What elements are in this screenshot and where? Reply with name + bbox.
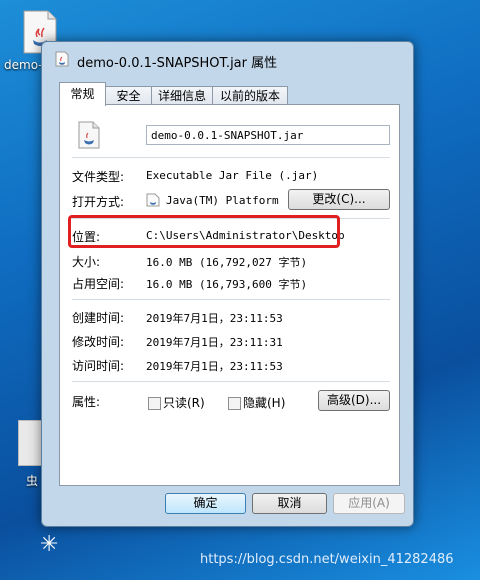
separator xyxy=(72,299,390,300)
open-with-label: 打开方式: xyxy=(72,195,125,209)
advanced-button[interactable]: 高级(D)... xyxy=(318,390,390,411)
disk-size-value: 16.0 MB (16,793,600 字节) xyxy=(146,278,308,291)
tab-security[interactable]: 安全 xyxy=(105,86,152,105)
modified-label: 修改时间: xyxy=(72,335,125,349)
readonly-label[interactable]: 只读(R) xyxy=(163,394,205,411)
desktop-icon2-label[interactable]: 虫 xyxy=(26,472,38,489)
disk-size-label: 占用空间: xyxy=(72,277,125,291)
apply-button[interactable]: 应用(A) xyxy=(333,493,405,514)
flare-icon: ✳ xyxy=(40,532,59,557)
location-highlight-box xyxy=(68,215,340,248)
accessed-value: 2019年7月1日，23:11:53 xyxy=(146,360,283,373)
title-bar[interactable]: demo-0.0.1-SNAPSHOT.jar 属性 xyxy=(42,42,413,76)
watermark: https://blog.csdn.net/weixin_41282486 xyxy=(200,552,454,567)
file-type-value: Executable Jar File (.jar) xyxy=(146,169,319,182)
tab-general[interactable]: 常规 xyxy=(59,82,106,106)
created-value: 2019年7月1日，23:11:53 xyxy=(146,312,283,325)
jar-file-icon xyxy=(55,51,69,67)
cancel-button[interactable]: 取消 xyxy=(252,493,327,514)
separator xyxy=(72,157,390,158)
change-button[interactable]: 更改(C)... xyxy=(288,189,390,210)
created-label: 创建时间: xyxy=(72,311,125,325)
accessed-label: 访问时间: xyxy=(72,359,125,373)
size-value: 16.0 MB (16,792,027 字节) xyxy=(146,256,308,269)
file-name-field[interactable]: demo-0.0.1-SNAPSHOT.jar xyxy=(146,125,390,145)
window-title: demo-0.0.1-SNAPSHOT.jar 属性 xyxy=(77,56,278,71)
java-icon xyxy=(146,193,160,207)
ok-button[interactable]: 确定 xyxy=(165,493,246,514)
separator xyxy=(72,381,390,382)
hidden-label[interactable]: 隐藏(H) xyxy=(243,394,285,411)
open-with-value: Java(TM) Platform S xyxy=(166,194,286,207)
size-label: 大小: xyxy=(72,255,101,269)
attributes-label: 属性: xyxy=(72,395,101,409)
modified-value: 2019年7月1日，23:11:31 xyxy=(146,336,283,349)
jar-file-icon xyxy=(78,121,100,149)
tab-details[interactable]: 详细信息 xyxy=(151,86,213,105)
tab-previous-versions[interactable]: 以前的版本 xyxy=(212,86,288,105)
general-panel: demo-0.0.1-SNAPSHOT.jar 文件类型: Executable… xyxy=(59,104,400,486)
hidden-checkbox[interactable] xyxy=(228,397,241,410)
readonly-checkbox[interactable] xyxy=(148,397,161,410)
desktop-icon-label[interactable]: demo- xyxy=(4,58,43,72)
file-type-label: 文件类型: xyxy=(72,170,125,184)
properties-window: demo-0.0.1-SNAPSHOT.jar 属性 常规 安全 详细信息 以前… xyxy=(41,41,414,527)
